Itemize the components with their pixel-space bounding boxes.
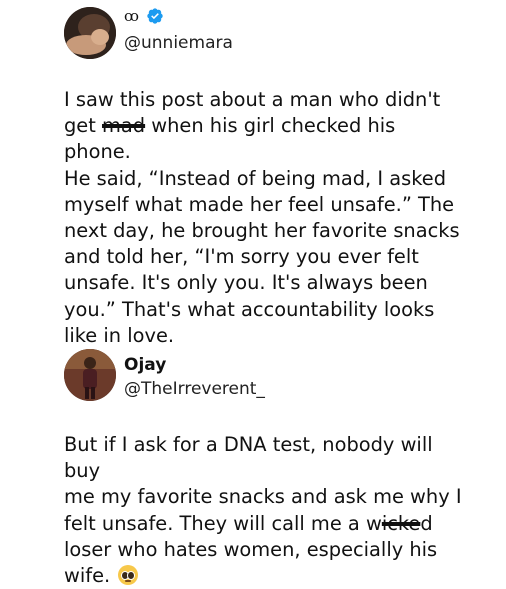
struck-word: mad	[102, 114, 146, 138]
post-text: But if I ask for a DNA test, nobody will…	[64, 432, 464, 589]
post-text: I saw this post about a man who didn't g…	[64, 87, 464, 349]
verified-badge-icon	[147, 8, 163, 24]
handle[interactable]: @TheIrreverent_	[124, 379, 265, 399]
display-name[interactable]: ꝏ	[124, 6, 140, 26]
avatar[interactable]	[64, 7, 116, 59]
avatar-photo	[64, 349, 116, 401]
text-segment: when his girl checked his phone. He said…	[64, 114, 460, 347]
struck-word: icke	[381, 511, 421, 535]
avatar[interactable]	[64, 349, 116, 401]
display-name[interactable]: Ojay	[124, 355, 166, 375]
pleading-face-emoji-icon	[118, 565, 139, 586]
avatar-photo	[64, 7, 116, 59]
handle[interactable]: @unniemara	[124, 33, 233, 53]
